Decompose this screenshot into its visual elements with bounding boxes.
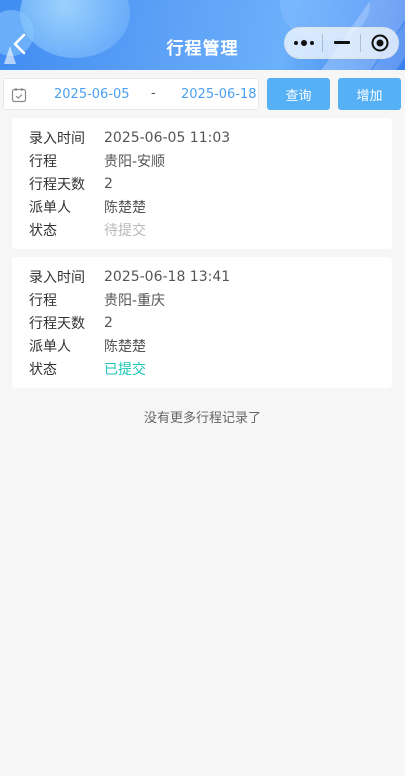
close-button[interactable] [361,28,398,58]
target-circle-icon [371,34,388,52]
status-value: 已提交 [104,362,146,379]
field-label: 行程 [29,292,57,309]
trip-record-card[interactable]: 录入时间 2025-06-18 13:41 行程 贵阳-重庆 行程天数 2 派单… [12,257,392,388]
dispatcher-row: 派单人 陈楚楚 [29,196,392,219]
date-separator: - [151,86,156,101]
no-more-records-text: 没有更多行程记录了 [143,411,261,426]
field-label: 录入时间 [29,130,85,147]
field-label: 录入时间 [29,269,85,286]
route-row: 行程 贵阳-安顺 [29,149,392,172]
field-label: 行程 [29,153,57,170]
more-button[interactable] [285,28,322,58]
miniprogram-capsule [284,27,399,59]
field-label: 行程天数 [29,315,85,332]
route-value: 贵阳-重庆 [104,292,166,309]
more-dots-icon [293,40,314,46]
minimize-icon [333,41,350,44]
query-button[interactable]: 查询 [267,78,330,110]
add-button[interactable]: 增加 [338,78,401,110]
status-value: 待提交 [104,223,146,240]
date-range-picker[interactable]: 2025-06-05 - 2025-06-18 [3,78,259,110]
field-label: 派单人 [29,339,71,356]
status-row: 状态 待提交 [29,219,392,242]
start-date[interactable]: 2025-06-05 [54,87,130,102]
field-label: 派单人 [29,200,71,217]
field-label: 状态 [29,223,57,240]
field-label: 状态 [29,362,57,379]
trip-record-card[interactable]: 录入时间 2025-06-05 11:03 行程 贵阳-安顺 行程天数 2 派单… [12,118,392,249]
days-row: 行程天数 2 [29,172,392,195]
route-value: 贵阳-安顺 [104,153,166,170]
dispatcher-value: 陈楚楚 [104,200,146,217]
days-value: 2 [104,175,113,192]
entry-time-row: 录入时间 2025-06-18 13:41 [29,265,392,288]
dispatcher-row: 派单人 陈楚楚 [29,335,392,358]
entry-time-value: 2025-06-18 13:41 [104,268,231,285]
route-row: 行程 贵阳-重庆 [29,288,392,311]
entry-time-value: 2025-06-05 11:03 [104,129,231,146]
entry-time-row: 录入时间 2025-06-05 11:03 [29,126,392,149]
filter-bar: 2025-06-05 - 2025-06-18 查询 增加 [3,78,403,110]
calendar-check-icon [11,88,27,103]
days-row: 行程天数 2 [29,311,392,334]
field-label: 行程天数 [29,176,85,193]
end-date[interactable]: 2025-06-18 [181,87,257,102]
minimize-button[interactable] [323,28,360,58]
dispatcher-value: 陈楚楚 [104,339,146,356]
days-value: 2 [104,314,113,331]
status-row: 状态 已提交 [29,358,392,381]
nav-header: 行程管理 [0,0,405,70]
